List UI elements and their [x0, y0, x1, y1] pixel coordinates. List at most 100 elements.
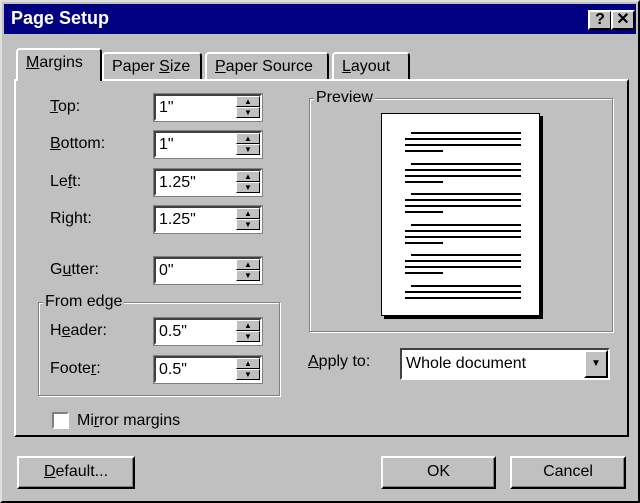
tab-label-mnemonic: L	[342, 58, 351, 75]
top-margin-field[interactable]: 1" ▲ ▼	[153, 93, 263, 122]
right-margin-value: 1.25"	[159, 211, 196, 228]
tab-layout[interactable]: Layout	[332, 52, 410, 80]
mirror-margins-label[interactable]: Mirror margins	[77, 412, 180, 430]
left-margin-field[interactable]: 1.25" ▲ ▼	[153, 168, 263, 197]
preview-text-line	[405, 150, 443, 152]
tab-paper-source[interactable]: Paper Source	[205, 52, 329, 80]
spin-up-icon[interactable]: ▲	[236, 208, 260, 219]
gutter-value: 0"	[159, 262, 174, 279]
apply-to-dropdown[interactable]: Whole document ▼	[400, 348, 610, 380]
preview-text-line	[411, 223, 521, 226]
spin-down-icon[interactable]: ▼	[236, 270, 260, 281]
page-setup-dialog: Page Setup ? ✕ Margins Paper Size Paper …	[0, 0, 640, 503]
spin-down-icon[interactable]: ▼	[236, 144, 260, 155]
header-field[interactable]: 0.5" ▲ ▼	[153, 317, 263, 346]
left-margin-value: 1.25"	[159, 174, 196, 191]
preview-text-line	[405, 266, 521, 268]
spin-up-icon[interactable]: ▲	[236, 133, 260, 144]
right-label: Right:	[50, 210, 92, 227]
tab-label: argins	[39, 54, 83, 71]
bottom-label: Bottom:	[50, 135, 106, 152]
tab-label: aper Source	[225, 58, 313, 75]
preview-text-line	[405, 290, 521, 293]
spin-down-icon[interactable]: ▼	[236, 107, 260, 118]
cancel-button[interactable]: Cancel	[510, 456, 626, 489]
tab-label: Paper	[112, 58, 160, 75]
header-label: Header:	[50, 322, 107, 339]
header-spinner[interactable]: ▲ ▼	[236, 320, 260, 343]
help-button[interactable]: ?	[588, 10, 612, 30]
spin-down-icon[interactable]: ▼	[236, 182, 260, 193]
preview-text-line	[405, 205, 521, 207]
apply-to-value: Whole document	[406, 355, 527, 372]
header-value: 0.5"	[159, 323, 187, 340]
preview-text-line	[405, 260, 521, 262]
cancel-button-label: Cancel	[543, 463, 593, 480]
spin-down-icon[interactable]: ▼	[236, 219, 260, 230]
gutter-spinner[interactable]: ▲ ▼	[236, 259, 260, 282]
footer-field[interactable]: 0.5" ▲ ▼	[153, 355, 263, 384]
dropdown-arrow-icon[interactable]: ▼	[584, 350, 608, 378]
from-edge-title: From edge	[43, 293, 125, 311]
preview-text-line	[405, 211, 443, 213]
tab-label: ayout	[350, 58, 391, 75]
preview-text-line	[411, 162, 521, 165]
tab-label-mnemonic: M	[26, 54, 40, 71]
ok-button-label: OK	[426, 463, 451, 480]
preview-text-line	[411, 254, 521, 256]
preview-text-line	[405, 180, 443, 183]
spin-down-icon[interactable]: ▼	[236, 331, 260, 342]
footer-label: Footer:	[50, 360, 101, 377]
preview-text-line	[405, 174, 521, 177]
dialog-title: Page Setup	[11, 8, 110, 28]
preview-text-line	[405, 296, 521, 299]
right-margin-spinner[interactable]: ▲ ▼	[236, 208, 260, 231]
default-button-mnemonic: D	[43, 463, 56, 480]
spin-up-icon[interactable]: ▲	[236, 320, 260, 331]
help-icon: ?	[595, 11, 605, 28]
mirror-margins-checkbox[interactable]	[52, 412, 69, 429]
preview-text-line	[405, 144, 521, 146]
gutter-label: Gutter:	[50, 261, 99, 278]
close-button[interactable]: ✕	[611, 10, 635, 30]
tab-label-mnemonic: P	[215, 58, 226, 75]
apply-to-label: Apply to:	[308, 353, 371, 370]
spin-up-icon[interactable]: ▲	[236, 171, 260, 182]
top-margin-value: 1"	[159, 99, 174, 116]
bottom-margin-value: 1"	[159, 136, 174, 153]
preview-text-line	[405, 229, 521, 232]
preview-text-line	[411, 193, 521, 195]
gutter-field[interactable]: 0" ▲ ▼	[153, 256, 263, 285]
preview-text-line	[405, 168, 521, 171]
bottom-margin-field[interactable]: 1" ▲ ▼	[153, 130, 263, 159]
ok-button[interactable]: OK	[381, 456, 496, 489]
spin-up-icon[interactable]: ▲	[236, 259, 260, 270]
spin-up-icon[interactable]: ▲	[236, 96, 260, 107]
preview-text-line	[405, 199, 521, 201]
preview-text-line	[405, 241, 443, 244]
preview-text-line	[411, 132, 521, 134]
tab-label-mnemonic: S	[159, 58, 170, 75]
spin-down-icon[interactable]: ▼	[236, 369, 260, 380]
preview-text-line	[405, 272, 443, 274]
title-bar[interactable]: Page Setup ? ✕	[4, 4, 636, 34]
preview-text-line	[411, 284, 521, 287]
preview-title: Preview	[314, 89, 375, 107]
top-label: Top:	[50, 98, 81, 115]
footer-value: 0.5"	[159, 361, 187, 378]
spin-up-icon[interactable]: ▲	[236, 358, 260, 369]
left-margin-spinner[interactable]: ▲ ▼	[236, 171, 260, 194]
footer-spinner[interactable]: ▲ ▼	[236, 358, 260, 381]
preview-text-line	[405, 235, 521, 238]
right-margin-field[interactable]: 1.25" ▲ ▼	[153, 205, 263, 234]
tab-margins[interactable]: Margins	[16, 48, 102, 81]
default-button[interactable]: Default...	[17, 456, 135, 489]
top-margin-spinner[interactable]: ▲ ▼	[236, 96, 260, 119]
close-icon: ✕	[616, 11, 630, 28]
preview-page	[381, 113, 540, 316]
tab-paper-size[interactable]: Paper Size	[102, 52, 202, 80]
bottom-margin-spinner[interactable]: ▲ ▼	[236, 133, 260, 156]
default-button-label: efault...	[55, 463, 109, 480]
preview-text-line	[405, 138, 521, 140]
tab-label: ize	[169, 58, 191, 75]
